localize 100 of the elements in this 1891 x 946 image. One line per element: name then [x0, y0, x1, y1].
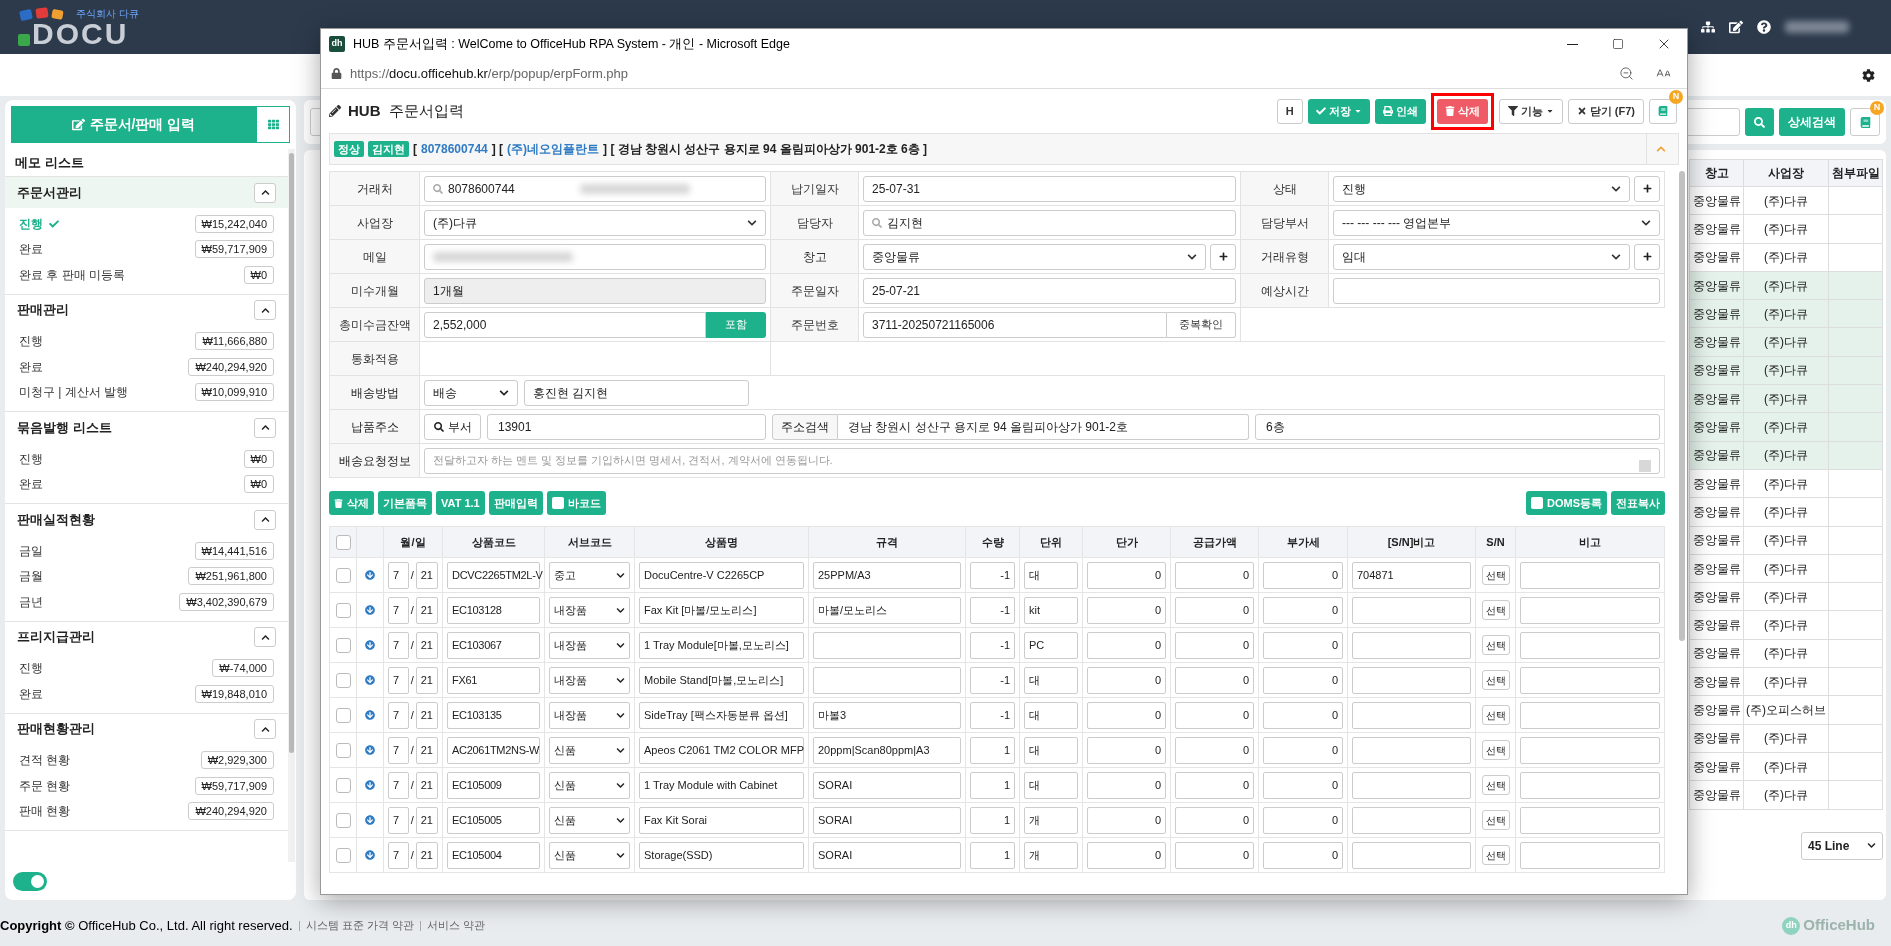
subcode-select[interactable]: 내장품 — [549, 596, 630, 624]
column-header[interactable]: S/N — [1476, 527, 1516, 558]
sidebar-item[interactable]: 진행 — [19, 449, 43, 468]
month-field[interactable]: 7 — [388, 596, 409, 624]
collapse-button[interactable] — [254, 719, 276, 739]
supply-amount-field[interactable]: 0 — [1175, 841, 1254, 869]
download-icon[interactable] — [365, 815, 375, 825]
footer-link[interactable]: 서비스 약관 — [426, 917, 485, 934]
product-code-field[interactable]: EC105009 — [447, 771, 540, 799]
add-button[interactable] — [1634, 175, 1660, 202]
unit-field[interactable]: 대 — [1024, 701, 1078, 729]
spec-field[interactable]: SORAI — [813, 841, 961, 869]
serial-note-field[interactable] — [1352, 771, 1471, 799]
unit-price-field[interactable]: 0 — [1087, 561, 1166, 589]
column-header[interactable]: 월/일 — [384, 527, 443, 558]
unit-field[interactable]: 대 — [1024, 666, 1078, 694]
product-code-field[interactable]: FX61 — [447, 666, 540, 694]
subcode-select[interactable]: 내장품 — [549, 631, 630, 659]
note-field[interactable] — [1520, 701, 1660, 729]
column-header[interactable]: 비고 — [1516, 527, 1665, 558]
spec-field[interactable] — [813, 666, 961, 694]
book-button[interactable] — [1649, 98, 1677, 124]
unit-field[interactable]: 대 — [1024, 736, 1078, 764]
spec-field[interactable]: SORAI — [813, 771, 961, 799]
column-header[interactable]: 서브코드 — [545, 527, 635, 558]
vat-field[interactable]: 0 — [1263, 841, 1343, 869]
download-icon[interactable] — [365, 570, 375, 580]
select-field[interactable]: 임대 — [1333, 243, 1630, 270]
column-header[interactable]: 사업장 — [1744, 160, 1829, 187]
collapse-button[interactable] — [254, 300, 276, 320]
month-field[interactable]: 7 — [388, 771, 409, 799]
department-button[interactable]: 부서 — [424, 413, 481, 440]
download-icon[interactable] — [365, 710, 375, 720]
product-name-field[interactable]: Fax Kit [마볼/모노리스] — [639, 596, 804, 624]
checkbox[interactable] — [1531, 497, 1543, 509]
sidebar-item[interactable]: 금년 — [19, 592, 43, 611]
input-field[interactable]: 경남 창원시 성산구 용지로 94 올림피아상가 901-2호 — [838, 413, 1249, 440]
duplicate-check-button[interactable]: 중복확인 — [1167, 311, 1236, 338]
download-icon[interactable] — [365, 605, 375, 615]
product-name-field[interactable]: SideTray [팩스자동분류 옵션] — [639, 701, 804, 729]
day-field[interactable]: 21 — [415, 806, 438, 834]
unit-price-field[interactable]: 0 — [1087, 701, 1166, 729]
product-name-field[interactable]: Fax Kit Sorai — [639, 806, 804, 834]
select-button[interactable]: 선택 — [1481, 670, 1510, 690]
note-field[interactable] — [1520, 631, 1660, 659]
checkbox[interactable] — [335, 637, 351, 653]
day-field[interactable]: 21 — [415, 596, 438, 624]
supply-amount-field[interactable]: 0 — [1175, 596, 1254, 624]
checkbox[interactable] — [335, 567, 351, 583]
product-name-field[interactable]: 1 Tray Module with Cabinet — [639, 771, 804, 799]
unit-price-field[interactable]: 0 — [1087, 666, 1166, 694]
day-field[interactable]: 21 — [415, 841, 438, 869]
input-field[interactable]: 2,552,000 — [424, 311, 706, 338]
note-field[interactable] — [1520, 806, 1660, 834]
url-text[interactable]: https:// — [350, 63, 390, 84]
subcode-select[interactable]: 신품 — [549, 806, 630, 834]
vat-field[interactable]: 0 — [1263, 631, 1343, 659]
select-button[interactable]: 선택 — [1481, 565, 1510, 585]
day-field[interactable]: 21 — [415, 771, 438, 799]
input-field[interactable] — [424, 243, 766, 270]
note-field[interactable] — [1520, 841, 1660, 869]
checkbox[interactable] — [335, 672, 351, 688]
product-name-field[interactable]: Storage(SSD) — [639, 841, 804, 869]
quantity-field[interactable]: -1 — [970, 666, 1015, 694]
quantity-field[interactable]: -1 — [970, 561, 1015, 589]
serial-note-field[interactable] — [1352, 806, 1471, 834]
unit-field[interactable]: kit — [1024, 596, 1078, 624]
spec-field[interactable]: 마볼3 — [813, 701, 961, 729]
memo-list-heading[interactable]: 메모 리스트 — [15, 152, 84, 173]
serial-note-field[interactable] — [1352, 736, 1471, 764]
supply-amount-field[interactable]: 0 — [1175, 561, 1254, 589]
product-code-field[interactable]: EC105005 — [447, 806, 540, 834]
sidebar-item[interactable]: 금월 — [19, 567, 43, 586]
sidebar-item[interactable]: 금일 — [19, 541, 43, 560]
serial-note-field[interactable] — [1352, 631, 1471, 659]
vat-field[interactable]: 0 — [1263, 701, 1343, 729]
subcode-select[interactable]: 내장품 — [549, 666, 630, 694]
day-field[interactable]: 21 — [415, 736, 438, 764]
close-button[interactable]: 닫기 (F7) — [1567, 98, 1644, 124]
select-button[interactable]: 선택 — [1481, 600, 1510, 620]
add-button[interactable] — [1210, 243, 1236, 270]
info-link[interactable]: 8078600744 — [421, 140, 488, 158]
serial-note-field[interactable] — [1352, 841, 1471, 869]
note-field[interactable] — [1520, 561, 1660, 589]
checkbox[interactable] — [335, 777, 351, 793]
vat-field[interactable]: 0 — [1263, 771, 1343, 799]
unit-price-field[interactable]: 0 — [1087, 596, 1166, 624]
day-field[interactable]: 21 — [415, 631, 438, 659]
checkbox[interactable] — [335, 742, 351, 758]
column-header[interactable]: 단위 — [1020, 527, 1083, 558]
serial-note-field[interactable] — [1352, 596, 1471, 624]
quantity-field[interactable]: -1 — [970, 596, 1015, 624]
settings-icon[interactable] — [1862, 68, 1875, 82]
column-header[interactable]: 상품명 — [635, 527, 809, 558]
function-button[interactable]: 기능 — [1498, 98, 1563, 124]
product-code-field[interactable]: AC2061TM2NS-W — [447, 736, 540, 764]
download-icon[interactable] — [365, 780, 375, 790]
note-field[interactable] — [1520, 771, 1660, 799]
scrollbar[interactable] — [1679, 171, 1685, 641]
vat-field[interactable]: 0 — [1263, 736, 1343, 764]
